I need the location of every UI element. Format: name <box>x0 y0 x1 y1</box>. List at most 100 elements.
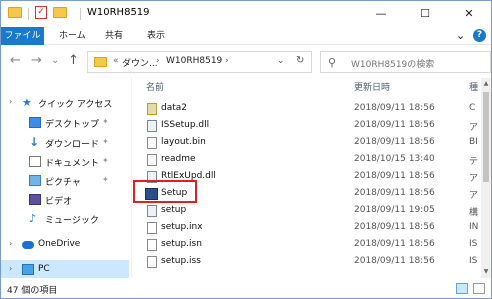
file-name: ISSetup.dll <box>161 120 210 130</box>
close-button[interactable]: ✕ <box>447 1 491 27</box>
pin-icon: ✦ <box>102 117 109 126</box>
file-type: テ <box>469 157 479 167</box>
column-header-type[interactable]: 種 <box>469 78 478 98</box>
forward-button[interactable]: → <box>31 53 42 69</box>
search-icon: ⚲ <box>328 56 337 69</box>
file-row[interactable]: setup.iss 2018/09/11 18:56 IS <box>132 253 491 270</box>
scroll-thumb[interactable] <box>483 92 489 182</box>
file-list: 名前 更新日時 種 data2 2018/09/11 18:56 C ISSet… <box>132 78 491 278</box>
vertical-scrollbar[interactable]: ▲ ▼ <box>481 78 491 278</box>
file-type: C <box>469 103 476 113</box>
file-type: 構 <box>469 208 479 218</box>
breadcrumb-downloads[interactable]: ダウン... <box>122 56 158 69</box>
sidebar-item-music[interactable]: ♪ ミュージック <box>1 209 129 229</box>
file-name: layout.bin <box>161 137 206 147</box>
new-folder-icon[interactable] <box>53 7 67 18</box>
file-date: 2018/09/11 18:56 <box>354 222 435 232</box>
expand-chevron-icon[interactable]: › <box>9 239 12 248</box>
desktop-icon <box>29 117 41 128</box>
sidebar-item-label: PC <box>38 264 50 274</box>
sidebar-item-pictures[interactable]: ピクチャ ✦ <box>1 171 129 191</box>
sidebar-item-label: ミュージック <box>45 216 99 226</box>
folder-icon <box>8 7 22 18</box>
video-icon <box>29 194 41 205</box>
highlight-annotation <box>133 180 197 203</box>
pin-icon: ✦ <box>102 175 109 184</box>
file-row[interactable]: setup.inx 2018/09/11 18:56 IN <box>132 219 491 236</box>
sidebar-item-videos[interactable]: ビデオ <box>1 190 129 210</box>
file-name: readme <box>161 154 196 164</box>
sidebar-item-label: ドキュメント <box>45 159 100 169</box>
file-row[interactable]: data2 2018/09/11 18:56 C <box>132 100 491 117</box>
sidebar-item-downloads[interactable]: ↓ ダウンロード ✦ <box>1 133 129 153</box>
large-icons-view-icon[interactable] <box>473 283 485 294</box>
ribbon-tabs: ファイル ホーム 共有 表示 ⌄ ? <box>1 27 491 45</box>
download-icon: ↓ <box>29 135 40 149</box>
sidebar-item-quick-access[interactable]: › ★ クイック アクセス <box>1 93 129 113</box>
scroll-up-icon[interactable]: ▲ <box>481 78 491 90</box>
file-row[interactable]: layout.bin 2018/09/11 18:56 BI <box>132 134 491 151</box>
breadcrumb-overflow[interactable]: « <box>113 56 119 66</box>
music-icon: ♪ <box>29 212 37 225</box>
file-date: 2018/09/11 18:56 <box>354 171 435 181</box>
details-view-icon[interactable] <box>456 283 468 294</box>
file-type: IN <box>469 222 479 232</box>
scroll-down-icon[interactable]: ▼ <box>481 266 491 278</box>
tab-home[interactable]: ホーム <box>59 27 86 45</box>
file-date: 2018/09/11 19:05 <box>354 205 435 215</box>
breadcrumb-separator-icon: › <box>156 56 160 66</box>
sidebar-item-onedrive[interactable]: › OneDrive <box>1 235 129 255</box>
file-row[interactable]: readme 2018/10/15 13:40 テ <box>132 151 491 168</box>
sidebar-item-label: ピクチャ <box>45 178 81 188</box>
data-file-icon <box>147 103 157 115</box>
window-title: W10RH8519 <box>87 7 150 18</box>
title-separator <box>80 8 81 20</box>
file-type: ア <box>469 123 479 133</box>
properties-icon[interactable]: ✓ <box>35 6 47 19</box>
dll-file-icon <box>147 120 157 132</box>
up-button[interactable]: ↑ <box>68 53 79 69</box>
isn-file-icon <box>147 239 157 251</box>
file-row[interactable]: setup 2018/09/11 19:05 構 <box>132 202 491 219</box>
file-name: setup.iss <box>161 256 201 266</box>
column-header-name[interactable]: 名前 <box>146 78 164 98</box>
help-icon[interactable]: ? <box>473 29 486 42</box>
search-placeholder: W10RH8519の検索 <box>351 60 435 70</box>
file-type: ア <box>469 174 479 184</box>
file-row[interactable]: setup.isn 2018/09/11 18:56 IS <box>132 236 491 253</box>
sidebar-item-label: ビデオ <box>45 197 73 207</box>
ribbon-expand-icon[interactable]: ⌄ <box>456 27 465 45</box>
breadcrumb-separator-icon: › <box>225 56 229 66</box>
minimize-button[interactable]: — <box>359 1 403 27</box>
sidebar-item-desktop[interactable]: デスクトップ ✦ <box>1 113 129 133</box>
tab-view[interactable]: 表示 <box>147 27 165 45</box>
folder-icon <box>94 57 107 67</box>
expand-chevron-icon[interactable]: › <box>9 264 12 273</box>
sidebar-item-label: OneDrive <box>38 239 81 249</box>
file-date: 2018/09/11 18:56 <box>354 137 435 147</box>
maximize-button[interactable]: ☐ <box>403 1 447 27</box>
file-date: 2018/09/11 18:56 <box>354 188 435 198</box>
inx-file-icon <box>147 222 157 234</box>
star-icon: ★ <box>22 96 32 109</box>
refresh-icon[interactable]: ↻ <box>296 55 304 66</box>
recent-locations-icon[interactable]: ⌄ <box>51 53 59 69</box>
search-box[interactable]: ⚲ W10RH8519の検索 <box>320 51 491 73</box>
file-row[interactable]: ISSetup.dll 2018/09/11 18:56 ア <box>132 117 491 134</box>
address-dropdown-icon[interactable]: ⌄ <box>277 56 285 66</box>
address-bar[interactable]: « ダウン... › W10RH8519 › ⌄ ↻ <box>87 51 312 73</box>
breadcrumb-current[interactable]: W10RH8519 <box>166 56 222 66</box>
tab-share[interactable]: 共有 <box>105 27 123 45</box>
pin-icon: ✦ <box>102 137 109 146</box>
title-bar: ✓ W10RH8519 — ☐ ✕ <box>1 1 491 27</box>
document-icon <box>29 156 41 167</box>
explorer-window: ✓ W10RH8519 — ☐ ✕ ファイル ホーム 共有 表示 ⌄ ? ← →… <box>0 0 492 299</box>
sidebar-item-pc[interactable]: › PC <box>1 260 129 280</box>
status-bar: 47 個の項目 <box>1 278 491 298</box>
tab-file[interactable]: ファイル <box>1 27 44 45</box>
sidebar-item-documents[interactable]: ドキュメント ✦ <box>1 152 129 172</box>
back-button[interactable]: ← <box>10 53 21 69</box>
expand-chevron-icon[interactable]: › <box>9 97 12 106</box>
column-header-date[interactable]: 更新日時 <box>354 78 390 98</box>
navigation-pane: › ★ クイック アクセス デスクトップ ✦ ↓ ダウンロード ✦ ドキュメント… <box>1 78 131 280</box>
